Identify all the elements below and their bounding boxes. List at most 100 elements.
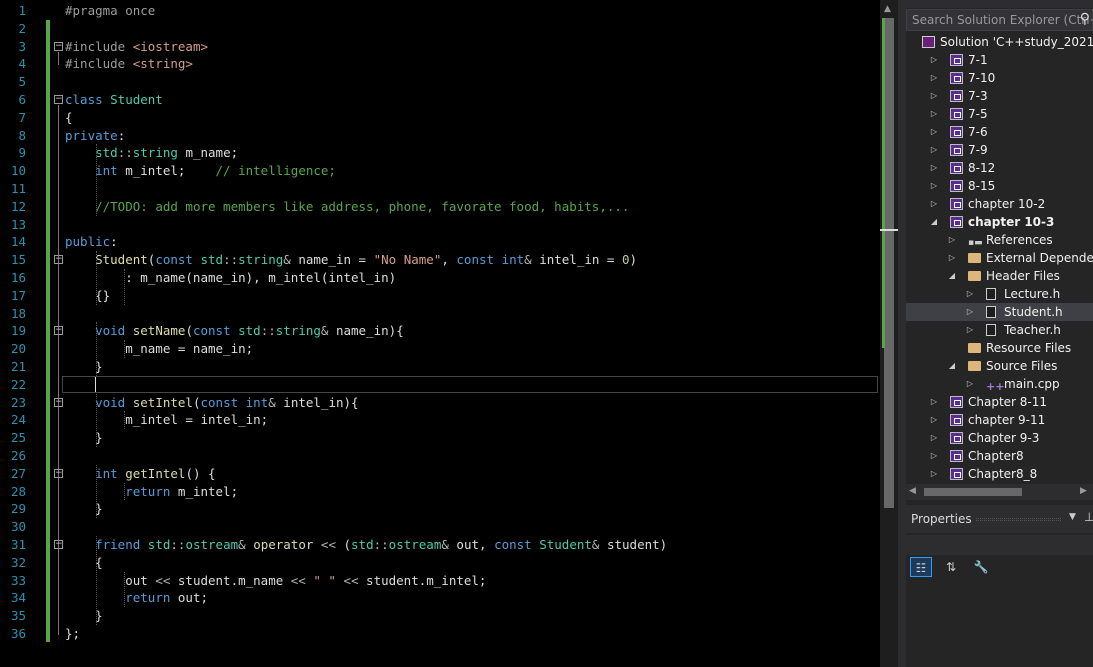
search-icon[interactable]: ⚲	[1080, 11, 1090, 27]
tree-item[interactable]: ▷ 7-9	[906, 141, 1093, 159]
code-line[interactable]: friend std::ostream& operator << (std::o…	[65, 536, 667, 554]
collapsed-arrow-icon[interactable]: ▷	[965, 303, 975, 321]
collapsed-arrow-icon[interactable]: ▷	[929, 159, 939, 177]
collapsed-arrow-icon[interactable]: ▷	[929, 87, 939, 105]
tree-item[interactable]: ▷ External Dependencies	[906, 249, 1093, 267]
tree-item[interactable]: ▷ ▪▬ References	[906, 231, 1093, 249]
tree-item[interactable]: ▷ ++ main.cpp	[906, 375, 1093, 393]
code-line[interactable]: int m_intel; // intelligence;	[65, 162, 336, 180]
code-line[interactable]: {}	[65, 287, 110, 305]
collapsed-arrow-icon[interactable]: ▷	[929, 465, 939, 483]
code-line[interactable]: #include <string>	[65, 55, 193, 73]
collapse-icon[interactable]: −	[54, 255, 63, 265]
expanded-arrow-icon[interactable]: ◢	[929, 213, 939, 231]
tree-item[interactable]: ▷ 8-12	[906, 159, 1093, 177]
collapsed-arrow-icon[interactable]: ▷	[947, 231, 957, 249]
tree-item[interactable]: ▷ Chapter8_8	[906, 465, 1093, 483]
collapsed-arrow-icon[interactable]: ▷	[929, 195, 939, 213]
properties-object-selector[interactable]	[906, 535, 1093, 555]
expanded-arrow-icon[interactable]: ◢	[947, 357, 957, 375]
tree-item[interactable]: ◢ Header Files	[906, 267, 1093, 285]
collapse-icon[interactable]: −	[54, 540, 63, 549]
alphabetical-icon[interactable]: ⇅	[940, 557, 962, 577]
code-area[interactable]: #pragma once #include <iostream> #include …	[52, 0, 880, 667]
property-pages-icon[interactable]: 🔧	[970, 557, 992, 577]
tree-item[interactable]: ▷ 7-3	[906, 87, 1093, 105]
scroll-up-arrow-icon[interactable]: ▲	[884, 4, 891, 14]
code-line[interactable]: class Student	[65, 91, 163, 109]
collapsed-arrow-icon[interactable]: ▷	[947, 249, 957, 267]
collapsed-arrow-icon[interactable]: ▷	[965, 321, 975, 339]
tree-item[interactable]: ▷ 7-1	[906, 51, 1093, 69]
horizontal-scrollbar-thumb[interactable]	[924, 488, 1022, 496]
tree-item[interactable]: ◢ Source Files	[906, 357, 1093, 375]
properties-grid[interactable]	[906, 583, 1093, 667]
line-number: 24	[10, 412, 26, 428]
code-line[interactable]: return m_intel;	[65, 483, 238, 501]
code-line[interactable]: public:	[65, 233, 118, 251]
tree-item[interactable]: ▷ chapter 10-2	[906, 195, 1093, 213]
collapsed-arrow-icon[interactable]: ▷	[929, 177, 939, 195]
code-line[interactable]: out << student.m_name << " " << student.…	[65, 572, 486, 590]
collapsed-arrow-icon[interactable]: ▷	[929, 105, 939, 123]
code-line[interactable]: private:	[65, 127, 125, 145]
code-editor[interactable]: 1 2 3 4 5 6 7 8 9 10 11 12 13 14 15 16 17 18 19 20 21 22 23 24 2…	[0, 0, 880, 667]
code-line[interactable]: : m_name(name_in), m_intel(intel_in)	[65, 269, 396, 287]
tree-item[interactable]: ◢ chapter 10-3	[906, 213, 1093, 231]
collapse-icon[interactable]: −	[54, 95, 63, 104]
collapsed-arrow-icon[interactable]: ▷	[965, 285, 975, 303]
collapsed-arrow-icon[interactable]: ▷	[929, 69, 939, 87]
collapse-icon[interactable]: −	[54, 468, 63, 478]
code-line[interactable]: //TODO: add more members like address, p…	[65, 198, 629, 216]
code-line[interactable]: void setName(const std::string& name_in)…	[65, 322, 404, 340]
scrollbar-thumb[interactable]	[884, 18, 894, 508]
collapsed-arrow-icon[interactable]: ▷	[965, 375, 975, 393]
solution-explorer-horizontal-scrollbar[interactable]: ◀ ▶	[906, 484, 1093, 500]
code-line[interactable]: m_name = name_in;	[65, 340, 253, 358]
tree-item[interactable]: ▷ 8-15	[906, 177, 1093, 195]
tree-item[interactable]: ▷ Chapter8	[906, 447, 1093, 465]
tree-item[interactable]: ▷ 7-10	[906, 69, 1093, 87]
tree-item[interactable]: ▷ Chapter 8-11	[906, 393, 1093, 411]
code-line[interactable]: {	[65, 109, 73, 127]
code-line[interactable]: #include <iostream>	[65, 38, 208, 56]
tree-item[interactable]: Solution 'C++study_202109' (	[906, 33, 1093, 51]
tree-item[interactable]: ▷ 7-5	[906, 105, 1093, 123]
tree-item[interactable]: ▷ 7-6	[906, 123, 1093, 141]
collapsed-arrow-icon[interactable]: ▷	[929, 393, 939, 411]
scroll-left-arrow-icon[interactable]: ◀	[909, 486, 916, 496]
tree-item[interactable]: Resource Files	[906, 339, 1093, 357]
code-line[interactable]: std::string m_name;	[65, 144, 238, 162]
collapsed-arrow-icon[interactable]: ▷	[929, 411, 939, 429]
tree-item[interactable]: ▷ chapter 9-11	[906, 411, 1093, 429]
code-token: // intelligence;	[215, 163, 336, 179]
tree-item[interactable]: ▷ Lecture.h	[906, 285, 1093, 303]
collapse-icon[interactable]: −	[54, 326, 63, 336]
tree-item[interactable]: ▷ Teacher.h	[906, 321, 1093, 339]
collapsed-arrow-icon[interactable]: ▷	[929, 429, 939, 447]
collapsed-arrow-icon[interactable]: ▷	[929, 141, 939, 159]
code-line[interactable]: return out;	[65, 589, 208, 607]
chevron-down-icon[interactable]: ▼	[1069, 512, 1076, 522]
collapse-icon[interactable]: −	[54, 397, 63, 407]
panel-grip[interactable]	[976, 518, 1061, 521]
pin-icon[interactable]: ⊥	[1084, 510, 1093, 524]
editor-vertical-scrollbar[interactable]: ▲	[880, 0, 898, 667]
tree-item[interactable]: ▷ Student.h	[906, 303, 1093, 321]
collapse-icon[interactable]: −	[54, 41, 63, 51]
code-line[interactable]: void setIntel(const int& intel_in){	[65, 394, 358, 412]
code-line[interactable]: };	[65, 625, 80, 643]
scroll-right-arrow-icon[interactable]: ▶	[1080, 486, 1087, 496]
solution-explorer-search[interactable]: Search Solution Explorer (Ctrl+;) ⚲	[906, 9, 1093, 31]
code-line[interactable]: int getIntel() {	[65, 465, 215, 483]
code-line[interactable]: #pragma once	[65, 2, 155, 20]
tree-item[interactable]: ▷ Chapter 9-3	[906, 429, 1093, 447]
collapsed-arrow-icon[interactable]: ▷	[929, 51, 939, 69]
categorized-icon[interactable]: ☷	[910, 557, 932, 577]
expanded-arrow-icon[interactable]: ◢	[947, 267, 957, 285]
line-number: 32	[10, 554, 26, 570]
code-line[interactable]: Student(const std::string& name_in = "No…	[65, 251, 637, 269]
references-icon: ▪▬	[968, 238, 983, 248]
collapsed-arrow-icon[interactable]: ▷	[929, 123, 939, 141]
collapsed-arrow-icon[interactable]: ▷	[929, 447, 939, 465]
